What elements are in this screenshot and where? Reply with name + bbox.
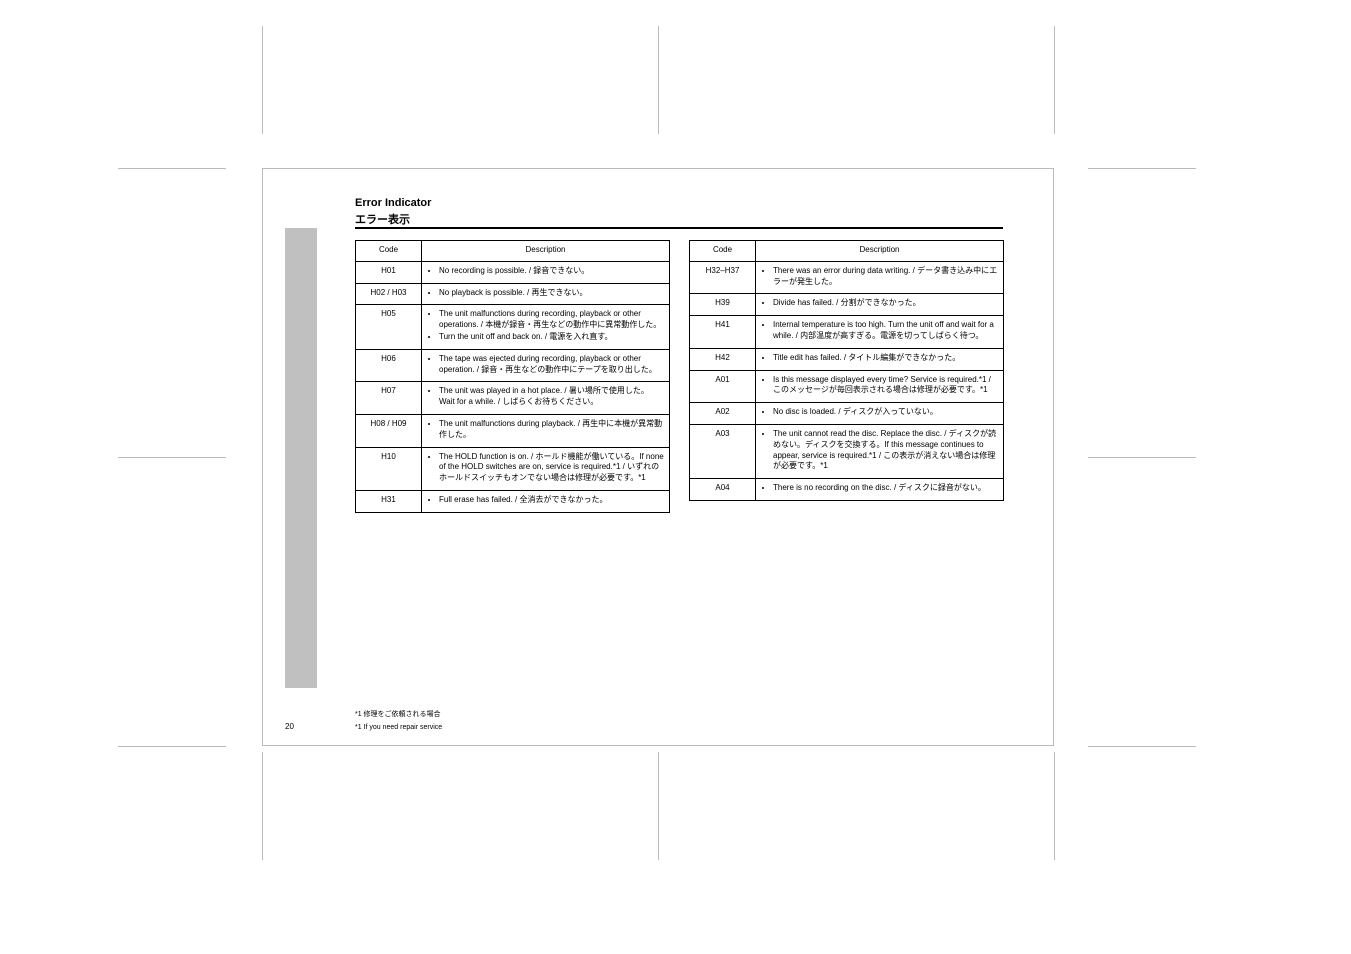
error-code: H01 — [356, 261, 422, 283]
error-code: H06 — [356, 349, 422, 382]
crop-mark — [1088, 746, 1196, 747]
footnote-en: *1 If you need repair service — [355, 724, 442, 731]
table-row: H31Full erase has failed. / 全消去ができなかった。 — [356, 490, 670, 512]
table-row: A01Is this message displayed every time?… — [690, 370, 1004, 403]
page-title-jp: エラー表示 — [355, 211, 410, 227]
error-code: A01 — [690, 370, 756, 403]
table-row: A03The unit cannot read the disc. Replac… — [690, 424, 1004, 478]
error-desc: Is this message displayed every time? Se… — [756, 370, 1004, 403]
error-code: A04 — [690, 479, 756, 501]
table-row: H08 / H09The unit malfunctions during pl… — [356, 414, 670, 447]
table-row: H07The unit was played in a hot place. /… — [356, 382, 670, 415]
error-code: H32–H37 — [690, 261, 756, 294]
error-table-right: Code Description H32–H37There was an err… — [689, 240, 1004, 501]
crop-mark — [118, 746, 226, 747]
error-desc: The unit cannot read the disc. Replace t… — [756, 424, 1004, 478]
table-row: H01No recording is possible. / 録音できない。 — [356, 261, 670, 283]
crop-mark — [262, 752, 263, 860]
error-desc: The unit malfunctions during playback. /… — [422, 414, 670, 447]
crop-mark — [1054, 752, 1055, 860]
crop-mark — [658, 26, 659, 134]
error-code: H31 — [356, 490, 422, 512]
table-header-row: Code Description — [356, 241, 670, 262]
error-desc: Full erase has failed. / 全消去ができなかった。 — [422, 490, 670, 512]
table-row: H42Title edit has failed. / タイトル編集ができなかっ… — [690, 348, 1004, 370]
crop-mark — [1054, 26, 1055, 134]
error-code: H10 — [356, 447, 422, 490]
error-desc: Internal temperature is too high. Turn t… — [756, 316, 1004, 349]
table-row: H32–H37There was an error during data wr… — [690, 261, 1004, 294]
error-desc: Divide has failed. / 分割ができなかった。 — [756, 294, 1004, 316]
crop-mark — [1088, 168, 1196, 169]
table-row: H05The unit malfunctions during recordin… — [356, 305, 670, 349]
error-code: H07 — [356, 382, 422, 415]
crop-mark — [1088, 457, 1196, 458]
error-code: H02 / H03 — [356, 283, 422, 305]
error-code: A03 — [690, 424, 756, 478]
error-table-left: Code Description H01No recording is poss… — [355, 240, 670, 513]
error-desc: No recording is possible. / 録音できない。 — [422, 261, 670, 283]
crop-mark — [262, 26, 263, 134]
error-code: A02 — [690, 403, 756, 425]
crop-mark — [118, 457, 226, 458]
table-row: H06The tape was ejected during recording… — [356, 349, 670, 382]
section-tab — [285, 228, 317, 688]
error-code: H41 — [690, 316, 756, 349]
table-row: A04There is no recording on the disc. / … — [690, 479, 1004, 501]
page-title-en: Error Indicator — [355, 197, 431, 209]
error-desc: There is no recording on the disc. / ディス… — [756, 479, 1004, 501]
crop-mark — [118, 168, 226, 169]
error-desc: No playback is possible. / 再生できない。 — [422, 283, 670, 305]
error-desc: The unit was played in a hot place. / 暑い… — [422, 382, 670, 415]
table-header-code: Code — [356, 241, 422, 262]
table-header-row: Code Description — [690, 241, 1004, 262]
table-row: H41Internal temperature is too high. Tur… — [690, 316, 1004, 349]
crop-mark — [658, 752, 659, 860]
error-desc: The tape was ejected during recording, p… — [422, 349, 670, 382]
title-rule — [355, 227, 1003, 229]
error-code: H39 — [690, 294, 756, 316]
page-number: 20 — [285, 722, 294, 731]
table-row: A02No disc is loaded. / ディスクが入っていない。 — [690, 403, 1004, 425]
page-frame: Error Indicator エラー表示 Code Description H… — [262, 168, 1054, 746]
error-desc: The HOLD function is on. / ホールド機能が働いている。… — [422, 447, 670, 490]
table-row: H10The HOLD function is on. / ホールド機能が働いて… — [356, 447, 670, 490]
table-row: H02 / H03No playback is possible. / 再生でき… — [356, 283, 670, 305]
error-desc: There was an error during data writing. … — [756, 261, 1004, 294]
table-header-desc: Description — [756, 241, 1004, 262]
error-desc: Title edit has failed. / タイトル編集ができなかった。 — [756, 348, 1004, 370]
table-header-desc: Description — [422, 241, 670, 262]
footnote-jp: *1 修理をご依頼される場合 — [355, 709, 441, 719]
error-desc: No disc is loaded. / ディスクが入っていない。 — [756, 403, 1004, 425]
error-code: H42 — [690, 348, 756, 370]
error-code: H08 / H09 — [356, 414, 422, 447]
table-row: H39Divide has failed. / 分割ができなかった。 — [690, 294, 1004, 316]
table-header-code: Code — [690, 241, 756, 262]
error-desc: The unit malfunctions during recording, … — [422, 305, 670, 349]
error-code: H05 — [356, 305, 422, 349]
